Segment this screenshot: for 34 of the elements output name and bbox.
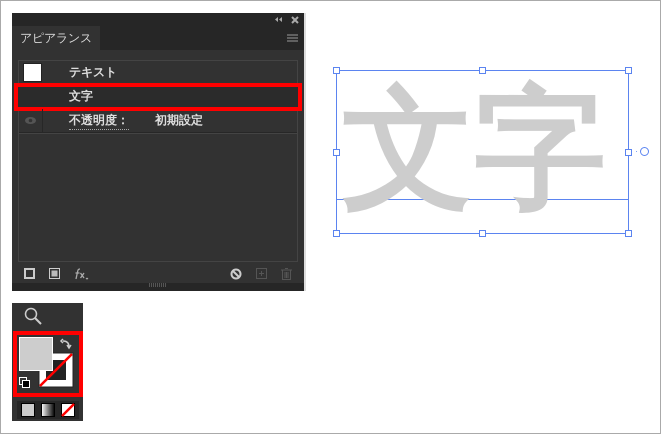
close-icon[interactable] <box>291 16 299 24</box>
appearance-row[interactable]: 不透明度： 初期設定 <box>19 109 297 134</box>
fx-icon[interactable] <box>74 268 90 280</box>
text-thread-handle[interactable] <box>640 147 649 156</box>
resize-handle[interactable] <box>479 67 486 74</box>
visibility-icon[interactable] <box>25 117 36 124</box>
trash-icon[interactable] <box>281 268 292 280</box>
resize-handle[interactable] <box>479 230 486 237</box>
menu-icon[interactable] <box>287 34 298 42</box>
resize-handle[interactable] <box>625 149 632 156</box>
add-icon[interactable] <box>256 268 267 280</box>
swatch-icon <box>23 63 42 82</box>
none-icon[interactable] <box>60 403 74 417</box>
resize-handle[interactable] <box>333 149 340 156</box>
resize-handle[interactable] <box>625 67 632 74</box>
text-object: 文字 <box>336 70 629 234</box>
opacity-link[interactable]: 不透明度： <box>69 112 129 130</box>
opacity-value: 初期設定 <box>155 112 203 130</box>
resize-handle[interactable] <box>625 230 632 237</box>
panel-tab[interactable]: アピアランス <box>12 26 100 50</box>
resize-grip-icon[interactable] <box>149 283 167 288</box>
fill-stroke-drawing[interactable] <box>18 337 76 391</box>
row-label: テキスト <box>69 64 117 82</box>
row-label: 文字 <box>69 88 93 106</box>
appearance-row[interactable]: 文字 <box>16 85 300 110</box>
resize-handle[interactable] <box>333 230 340 237</box>
color-mode-icon[interactable] <box>20 403 34 417</box>
clear-icon[interactable] <box>230 268 242 280</box>
zoom-icon[interactable] <box>24 307 42 325</box>
fill-icon[interactable] <box>49 268 60 280</box>
collapse-icon[interactable] <box>275 17 283 22</box>
resize-handle[interactable] <box>333 67 340 74</box>
gradient-icon[interactable] <box>40 403 54 417</box>
stroke-icon[interactable] <box>24 268 35 280</box>
